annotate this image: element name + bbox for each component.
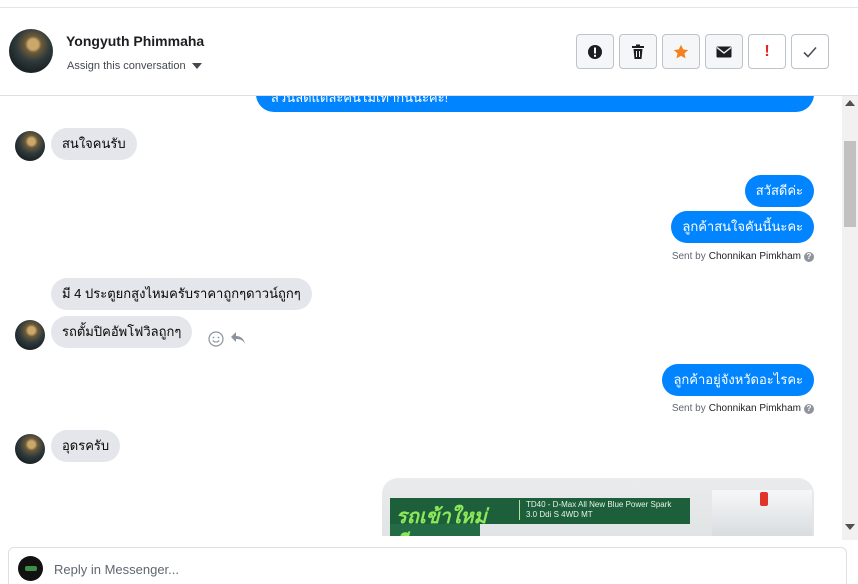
- red-marker: [760, 492, 768, 506]
- assign-label: Assign this conversation: [67, 60, 186, 72]
- message-text: สวัสดีค่ะ: [755, 183, 803, 198]
- envelope-icon: [716, 46, 732, 57]
- follow-up-button[interactable]: !: [748, 34, 786, 69]
- message-outgoing[interactable]: ลูกค้าสนใจคันนี้นะคะ: [671, 211, 814, 243]
- image-attachment[interactable]: รถเข้าใหม่ ดีบอก TD40 - D-Max All New Bl…: [382, 478, 814, 536]
- smiley-icon[interactable]: [208, 331, 224, 347]
- alert-circle-icon: [588, 44, 602, 59]
- mark-spam-button[interactable]: [576, 34, 614, 69]
- page-avatar: [18, 556, 43, 581]
- message-text: ลูกค้าอยู่จังหวัดอะไรคะ: [673, 372, 803, 387]
- scrollbar-thumb[interactable]: [844, 141, 856, 227]
- message-text: อุดรครับ: [62, 438, 110, 453]
- message-text: ส่วนลดแต่ละคันไม่เท่ากันนะคะ!: [271, 96, 449, 105]
- delete-button[interactable]: [619, 34, 657, 69]
- thread-scrollbar[interactable]: [842, 96, 858, 540]
- vehicle-photo: [712, 490, 812, 536]
- message-incoming[interactable]: รถตั้มปิคอัพโฟวิลถูกๆ: [51, 316, 193, 348]
- sender-avatar[interactable]: [15, 131, 45, 161]
- sent-by-prefix: Sent by: [671, 251, 706, 262]
- image-spec-text: TD40 - D-Max All New Blue Power Spark 3.…: [519, 500, 671, 520]
- image-headline-2: ดีบอก: [396, 526, 441, 536]
- message-outgoing[interactable]: สวัสดีค่ะ: [744, 175, 814, 207]
- mark-done-button[interactable]: [791, 34, 829, 69]
- message-text: มี 4 ประตูยกสูงไหมครับราคาถูกๆดาวน์ถูกๆ: [62, 286, 301, 301]
- sent-by-prefix: Sent by: [671, 403, 706, 414]
- message-text: สนใจคนรับ: [62, 136, 126, 151]
- message-incoming[interactable]: มี 4 ประตูยกสูงไหมครับราคาถูกๆดาวน์ถูกๆ: [51, 278, 312, 310]
- reply-input[interactable]: Reply in Messenger...: [54, 562, 179, 577]
- star-button[interactable]: [662, 34, 700, 69]
- help-icon[interactable]: ?: [804, 403, 814, 414]
- message-outgoing[interactable]: ส่วนลดแต่ละคันไม่เท่ากันนะคะ!: [256, 96, 814, 112]
- window-top-edge: [0, 0, 858, 8]
- message-text: ลูกค้าสนใจคันนี้นะคะ: [682, 219, 803, 234]
- sent-by-label: Sent by Chonnikan Pimkham ?: [672, 403, 814, 414]
- message-outgoing[interactable]: ลูกค้าอยู่จังหวัดอะไรคะ: [662, 364, 814, 396]
- scroll-down-arrow-icon[interactable]: [845, 524, 855, 530]
- scroll-up-arrow-icon[interactable]: [845, 100, 855, 106]
- contact-name[interactable]: Yongyuth Phimmaha: [66, 33, 204, 49]
- sent-by-name[interactable]: Chonnikan Pimkham: [709, 251, 801, 262]
- message-thread[interactable]: ส่วนลดแต่ละคันไม่เท่ากันนะคะ! สนใจคนรับ …: [0, 96, 842, 536]
- caret-down-icon: [191, 63, 202, 69]
- message-text: รถตั้มปิคอัพโฟวิลถูกๆ: [62, 324, 182, 339]
- reply-composer[interactable]: Reply in Messenger...: [8, 547, 847, 584]
- conversation-actions: !: [576, 34, 829, 69]
- mark-unread-button[interactable]: [705, 34, 743, 69]
- checkmark-icon: [803, 46, 817, 58]
- message-incoming[interactable]: สนใจคนรับ: [51, 128, 137, 160]
- star-icon: [673, 44, 689, 58]
- conversation-header: Yongyuth Phimmaha Assign this conversati…: [0, 8, 858, 96]
- exclamation-icon: !: [764, 42, 770, 60]
- sender-avatar[interactable]: [15, 434, 45, 464]
- help-icon[interactable]: ?: [804, 251, 814, 262]
- contact-avatar[interactable]: [9, 29, 53, 73]
- sent-by-name[interactable]: Chonnikan Pimkham: [709, 403, 801, 414]
- sent-by-label: Sent by Chonnikan Pimkham ?: [672, 251, 814, 262]
- message-hover-actions: [208, 331, 246, 347]
- spec-line: 3.0 Ddi S 4WD MT: [526, 510, 593, 519]
- message-incoming[interactable]: อุดรครับ: [51, 430, 121, 462]
- spec-line: TD40 - D-Max All New Blue Power Spark: [526, 500, 672, 509]
- sender-avatar[interactable]: [15, 320, 45, 350]
- trash-icon: [632, 44, 644, 59]
- reply-arrow-icon[interactable]: [230, 331, 246, 345]
- assign-conversation-dropdown[interactable]: Assign this conversation: [67, 60, 202, 72]
